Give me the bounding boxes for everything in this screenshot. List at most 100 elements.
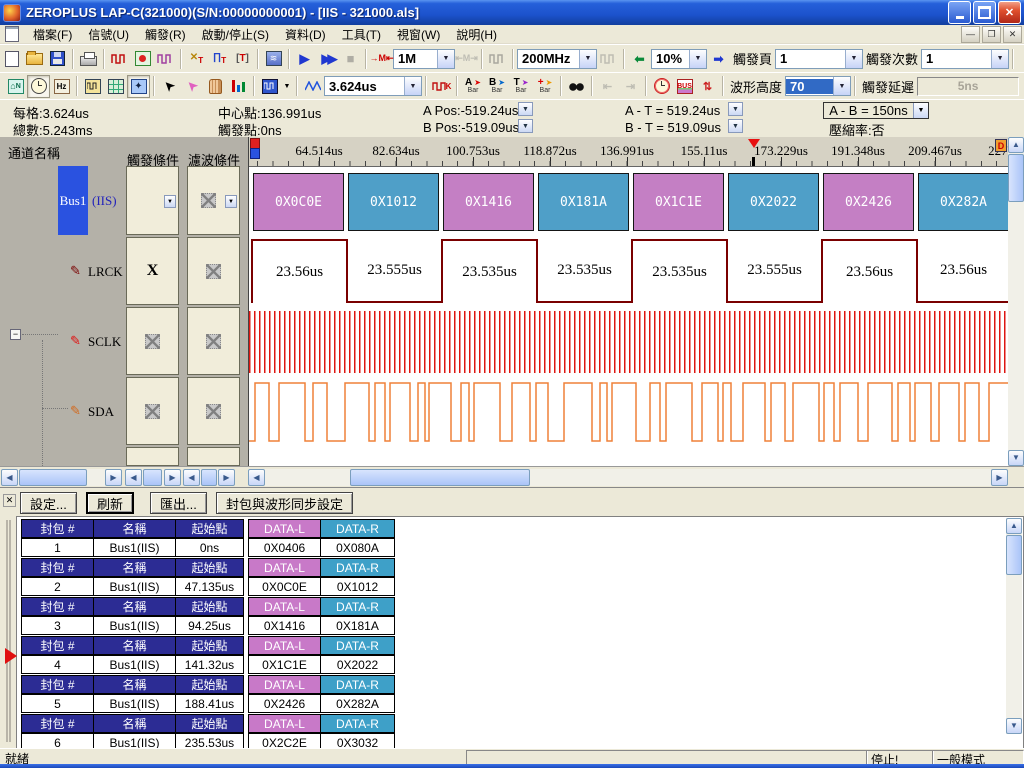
menu-signal[interactable]: 信號(U) (80, 25, 137, 44)
scroll-thumb[interactable] (201, 469, 217, 486)
waveform-view-button[interactable] (81, 75, 104, 98)
lrck-filter-cell[interactable] (187, 237, 240, 305)
packet-data-row[interactable]: 1 Bus1(IIS) 0ns 0X0406 0X080A (21, 538, 394, 557)
stop-button[interactable]: ■ (339, 47, 362, 70)
scroll-left-button[interactable]: ◀ (248, 469, 265, 486)
packet-settings-button[interactable]: 設定... (20, 492, 77, 514)
scroll-thumb[interactable] (1008, 154, 1024, 202)
scroll-up-button[interactable]: ▲ (1008, 137, 1024, 153)
run-repeat-button[interactable]: ▶▶ (316, 47, 339, 70)
time-ruler[interactable]: 64.514us 82.634us 100.753us 118.872us 13… (249, 137, 1008, 167)
packet-data-row[interactable]: 2 Bus1(IIS) 47.135us 0X0C0E 0X1012 (21, 577, 394, 596)
trigger-edge-button[interactable]: ✕T (185, 47, 208, 70)
bus-segment[interactable]: 0X1416 (443, 173, 534, 231)
packet-data-row[interactable]: 6 Bus1(IIS) 235.53us 0X2C2E 0X3032 (21, 733, 394, 748)
bus-segment[interactable]: 0X2022 (728, 173, 819, 231)
scroll-left-button[interactable]: ◀ (1, 469, 18, 486)
scroll-thumb[interactable] (143, 469, 162, 486)
trigger-hscrollbar[interactable]: ◀ ▶ (125, 469, 181, 486)
chevron-down-icon[interactable]: ▼ (164, 195, 176, 208)
channel-label-sda[interactable]: SDA (88, 404, 114, 420)
bus-list-button[interactable]: BUS (673, 75, 696, 98)
bus-edit-button[interactable] (154, 47, 177, 70)
find-pulse-button[interactable]: K (430, 75, 453, 98)
chevron-down-icon[interactable]: ▼ (225, 195, 237, 208)
waveform-hscrollbar[interactable]: ◀ ▶ (248, 469, 1008, 486)
sampling-depth-combo[interactable]: 1M ▼ (393, 49, 455, 69)
scroll-right-button[interactable]: ▶ (991, 469, 1008, 486)
d-bar-marker[interactable]: D (995, 139, 1007, 152)
memory-page-button[interactable]: ⇤M⇥ (455, 47, 478, 70)
scroll-right-button[interactable]: ▶ (164, 469, 181, 486)
scroll-right-button[interactable]: ▶ (105, 469, 122, 486)
list-view-button[interactable] (104, 75, 127, 98)
mdi-restore-button[interactable]: ❐ (982, 26, 1001, 43)
bus-segment[interactable]: 0X2426 (823, 173, 914, 231)
pointer-tool-button[interactable]: ➤ (158, 75, 181, 98)
splitter-grip[interactable] (6, 520, 11, 742)
menu-trigger[interactable]: 觸發(R) (137, 25, 194, 44)
packet-data-row[interactable]: 4 Bus1(IIS) 141.32us 0X1C1E 0X2022 (21, 655, 394, 674)
sampling-frequency-combo[interactable]: 200MHz ▼ (517, 49, 597, 69)
search-button[interactable] (565, 75, 588, 98)
sampling-setup-button[interactable] (108, 47, 131, 70)
trigger-pulse-button[interactable]: ∏T (208, 47, 231, 70)
statistics-button[interactable] (227, 75, 250, 98)
packet-refresh-button[interactable]: 刷新 (86, 492, 134, 514)
channel-label-sclk[interactable]: SCLK (88, 334, 121, 350)
bus-segment[interactable]: 0X181A (538, 173, 629, 231)
bus-waveform-row[interactable]: 0X0C0E 0X1012 0X1416 0X181A 0X1C1E 0X202… (249, 168, 1008, 237)
scroll-thumb[interactable] (350, 469, 530, 486)
add-bar-button[interactable]: +➤Bar (533, 74, 557, 98)
data-compare-button[interactable]: ⇅ (696, 75, 719, 98)
scroll-thumb[interactable] (1006, 535, 1022, 575)
tree-collapse-toggle[interactable]: − (10, 329, 21, 340)
chevron-down-icon[interactable]: ▼ (991, 50, 1008, 68)
waveform-vertical-scrollbar[interactable]: ▲ ▼ (1008, 137, 1024, 466)
a-bar-marker[interactable] (250, 148, 260, 159)
channel-label-lrck[interactable]: LRCK (88, 264, 123, 280)
scroll-down-button[interactable]: ▼ (1008, 450, 1024, 466)
bus-trigger-cell[interactable]: ▼ (126, 166, 179, 235)
center-marker-icon[interactable] (748, 139, 760, 148)
scroll-right-button[interactable]: ▶ (218, 469, 235, 486)
time-display-button[interactable] (27, 75, 50, 98)
frequency-display-button[interactable]: Hz (50, 75, 73, 98)
zoom-wave-button[interactable] (301, 75, 324, 98)
scroll-left-button[interactable]: ◀ (183, 469, 200, 486)
b-t-dropdown[interactable]: ▼ (728, 119, 743, 133)
sda-filter-cell[interactable] (187, 377, 240, 445)
scroll-left-button[interactable]: ◀ (125, 469, 142, 486)
sclk-trigger-cell[interactable] (126, 307, 179, 375)
display-mode-button[interactable] (258, 75, 281, 98)
packet-data-row[interactable]: 5 Bus1(IIS) 188.41us 0X2426 0X282A (21, 694, 394, 713)
mdi-minimize-button[interactable]: — (961, 26, 980, 43)
chevron-down-icon[interactable]: ▼ (845, 50, 862, 68)
b-pos-dropdown[interactable]: ▼ (518, 119, 533, 133)
packet-sync-button[interactable]: 封包與波形同步設定 (216, 492, 353, 514)
sclk-waveform-row[interactable] (249, 311, 1008, 373)
menu-tools[interactable]: 工具(T) (334, 25, 389, 44)
a-pos-dropdown[interactable]: ▼ (518, 102, 533, 116)
menu-run-stop[interactable]: 啟動/停止(S) (194, 25, 277, 44)
chevron-down-icon[interactable]: ▼ (404, 77, 421, 95)
chevron-down-icon[interactable]: ▼ (913, 103, 928, 118)
new-file-button[interactable] (0, 47, 23, 70)
trigger-width-button[interactable]: [T] (231, 47, 254, 70)
goto-t-bar-button[interactable]: T➤Bar (509, 74, 533, 98)
names-hscrollbar[interactable]: ◀ ▶ (1, 469, 122, 486)
a-b-selector[interactable]: A - B = 150ns ▼ (823, 102, 929, 119)
scroll-down-button[interactable]: ▼ (1006, 718, 1022, 734)
bus-segment[interactable]: 0X0C0E (253, 173, 344, 231)
lrck-trigger-cell[interactable]: X (126, 237, 179, 305)
trigger-delay-field[interactable]: 5ns (917, 77, 1019, 96)
waveform-height-combo[interactable]: 70 ▼ (785, 76, 851, 96)
menu-file[interactable]: 檔案(F) (25, 25, 80, 44)
trigger-pos-right-button[interactable]: ➡ (707, 47, 730, 70)
chevron-down-icon[interactable]: ▼ (833, 77, 850, 95)
sda-waveform-row[interactable] (249, 377, 1008, 447)
bus-decode-button[interactable]: ≋ (262, 47, 285, 70)
find-next-button[interactable]: ⇥ (619, 75, 642, 98)
trigger-count-combo[interactable]: 1 ▼ (921, 49, 1009, 69)
trigger-pos-left-button[interactable]: ⬅ (628, 47, 651, 70)
